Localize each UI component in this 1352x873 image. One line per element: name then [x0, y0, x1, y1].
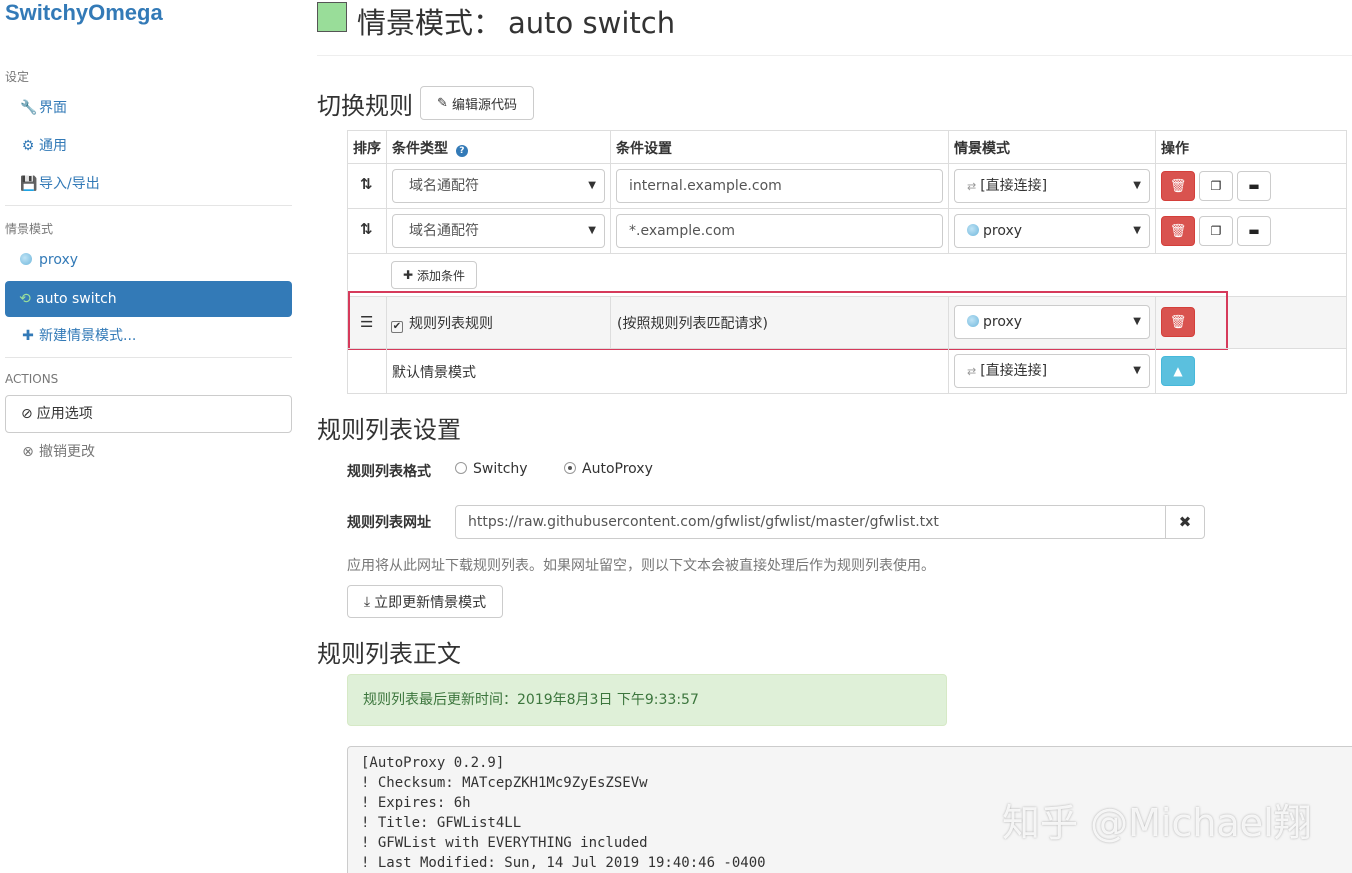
col-header-condition-setting: 条件设置 — [610, 130, 949, 164]
add-condition-button[interactable]: ✚ 添加条件 — [391, 261, 477, 289]
default-profile-select[interactable]: ⇄ [直接连接] ▼ — [954, 354, 1150, 388]
header-divider — [317, 55, 1352, 56]
col-header-profile: 情景模式 — [948, 130, 1156, 164]
profile-color-swatch[interactable] — [317, 2, 347, 32]
rule-list-url-input[interactable]: https://raw.githubusercontent.com/gfwlis… — [455, 505, 1167, 539]
sidebar-item-import-export[interactable]: 💾 导入/导出 — [5, 166, 292, 202]
format-label: 规则列表格式 — [347, 464, 431, 480]
highlight-box — [348, 291, 1228, 350]
settings-header: 设定 — [5, 70, 30, 84]
sidebar: SwitchyOmega 设定 🔧 界面 ⚙ 通用 💾 导入/导出 情景模式 prox… — [0, 0, 300, 873]
format-option-switchy[interactable]: Switchy — [455, 461, 528, 477]
help-icon[interactable]: ? — [455, 145, 468, 157]
swap-icon: ⇄ — [967, 180, 977, 193]
floppy-icon: 💾 — [20, 176, 38, 192]
col-header-order: 排序 — [347, 130, 387, 164]
caret-down-icon: ▼ — [1133, 365, 1141, 376]
edit-source-button[interactable]: ✎ 编辑源代码 — [420, 86, 534, 120]
format-option-autoproxy[interactable]: AutoProxy — [564, 461, 653, 477]
chevron-up-icon: ▲ — [1173, 364, 1183, 378]
radio-selected-icon[interactable] — [564, 462, 576, 474]
default-row — [347, 348, 387, 394]
update-now-button[interactable]: ⤓ 立即更新情景模式 — [347, 585, 503, 618]
actions-header: ACTIONS — [5, 372, 59, 386]
globe-icon — [967, 224, 979, 236]
profiles-header: 情景模式 — [5, 222, 54, 236]
col-header-condition-type: 条件类型 ? — [386, 130, 611, 164]
sort-handle-icon[interactable]: ⇅ — [360, 175, 373, 193]
switch-icon: ⟲ — [19, 291, 31, 307]
copy-icon: ❐ — [1210, 179, 1222, 193]
rule-list-settings-title: 规则列表设置 — [317, 416, 461, 444]
comment-rule-button[interactable]: ▬ — [1237, 216, 1271, 246]
gear-icon: ⚙ — [21, 138, 35, 154]
sort-handle-icon[interactable]: ⇅ — [360, 220, 373, 238]
rule-list-text-title: 规则列表正文 — [317, 640, 461, 668]
globe-icon — [20, 242, 36, 278]
discard-changes-button[interactable]: ⊗ 撤销更改 — [5, 434, 292, 470]
edit-icon: ✎ — [437, 95, 448, 111]
caret-down-icon: ▼ — [1133, 180, 1141, 191]
rule-profile-select[interactable]: ⇄ [直接连接] ▼ — [954, 169, 1150, 203]
comment-icon: ▬ — [1248, 179, 1260, 193]
wrench-icon: 🔧 — [20, 100, 38, 116]
trash-icon: 🗑 — [1169, 223, 1187, 239]
code-line: ! Checksum: MATcepZKH1Mc9ZyEsZSEVw — [361, 775, 648, 791]
sidebar-item-auto-switch[interactable]: ⟲ auto switch — [5, 281, 292, 317]
delete-rule-button[interactable]: 🗑 — [1161, 216, 1195, 246]
caret-down-icon: ▼ — [1133, 225, 1141, 236]
delete-rule-button[interactable]: 🗑 — [1161, 171, 1195, 201]
close-icon: ✖ — [1178, 513, 1192, 531]
clone-rule-button[interactable]: ❐ — [1199, 171, 1233, 201]
code-line: ! Last Modified: Sun, 14 Jul 2019 19:40:… — [361, 855, 766, 871]
comment-icon: ▬ — [1248, 224, 1260, 238]
plus-icon: ✚ — [402, 268, 414, 282]
comment-rule-button[interactable]: ▬ — [1237, 171, 1271, 201]
clone-rule-button[interactable]: ❐ — [1199, 216, 1233, 246]
default-profile-label: 默认情景模式 — [392, 365, 476, 381]
sidebar-item-proxy[interactable]: proxy — [5, 242, 292, 278]
caret-down-icon: ▼ — [588, 225, 596, 236]
condition-type-select[interactable]: 域名通配符 ▼ — [392, 169, 605, 203]
cancel-circle-icon: ⊗ — [22, 444, 34, 460]
page-title: 情景模式： auto switch — [357, 6, 676, 40]
url-help-text: 应用将从此网址下载规则列表。如果网址留空，则以下文本会被直接处理后作为规则列表使… — [347, 558, 935, 574]
condition-pattern-input[interactable]: *.example.com — [616, 214, 943, 248]
url-label: 规则列表网址 — [347, 515, 431, 531]
sidebar-item-general[interactable]: ⚙ 通用 — [5, 128, 292, 164]
move-up-button[interactable]: ▲ — [1161, 356, 1195, 386]
condition-pattern-input[interactable]: internal.example.com — [616, 169, 943, 203]
sidebar-item-interface[interactable]: 🔧 界面 — [5, 90, 292, 126]
switch-rules-title: 切换规则 — [317, 92, 413, 120]
check-circle-icon: ⊘ — [21, 406, 33, 422]
brand-title[interactable]: SwitchyOmega — [5, 0, 163, 26]
caret-down-icon: ▼ — [588, 180, 596, 191]
condition-type-select[interactable]: 域名通配符 ▼ — [392, 214, 605, 248]
trash-icon: 🗑 — [1169, 178, 1187, 194]
clear-url-button[interactable]: ✖ — [1165, 505, 1205, 539]
code-line: [AutoProxy 0.2.9] — [361, 755, 505, 771]
sidebar-divider — [5, 205, 292, 206]
sidebar-divider — [5, 357, 292, 358]
swap-icon: ⇄ — [967, 365, 977, 378]
sidebar-item-new-profile[interactable]: ✚ 新建情景模式... — [5, 318, 292, 354]
radio-icon[interactable] — [455, 462, 467, 474]
download-icon: ⤓ — [363, 593, 371, 610]
copy-icon: ❐ — [1210, 224, 1222, 238]
rule-profile-select[interactable]: proxy ▼ — [954, 214, 1150, 248]
plus-icon: ✚ — [22, 328, 34, 344]
last-updated-alert: 规则列表最后更新时间：2019年8月3日 下午9:33:57 — [347, 674, 947, 726]
watermark: 知乎 @Michael翔 — [1002, 801, 1312, 845]
apply-options-button[interactable]: ⊘ 应用选项 — [5, 395, 292, 433]
col-header-actions: 操作 — [1155, 130, 1347, 164]
profile-name[interactable]: auto switch — [508, 6, 675, 40]
